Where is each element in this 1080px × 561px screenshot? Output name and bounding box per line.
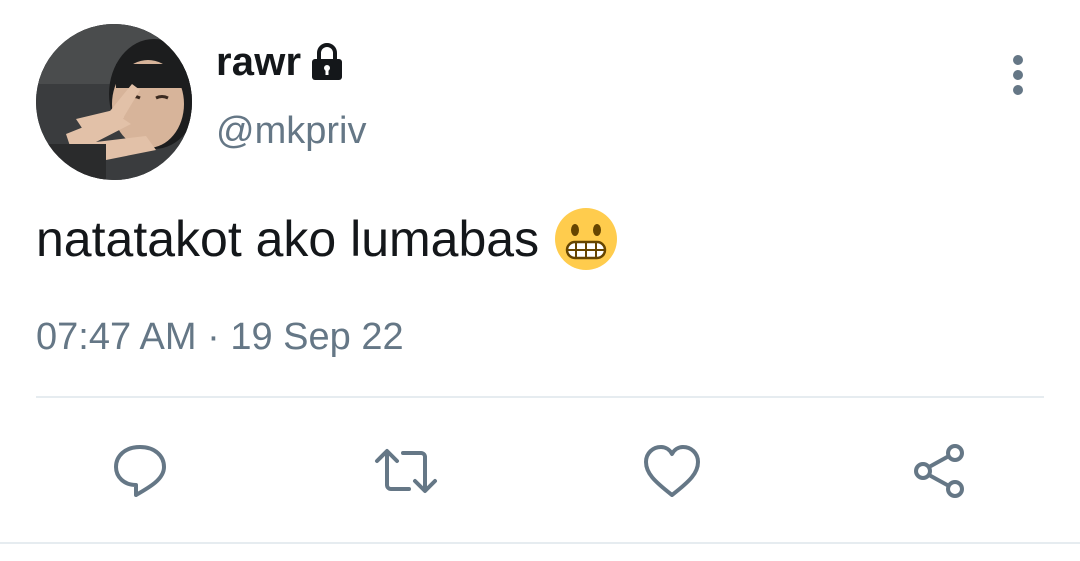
tweet-text: natatakot ako lumabas	[36, 206, 619, 272]
share-button[interactable]	[904, 436, 974, 506]
heart-icon	[644, 445, 700, 497]
author-row: rawr	[216, 38, 345, 86]
retweet-icon	[375, 449, 437, 493]
more-vertical-icon[interactable]	[998, 50, 1038, 100]
avatar[interactable]	[36, 24, 192, 180]
display-name[interactable]: rawr	[216, 40, 301, 85]
user-handle[interactable]: @mkpriv	[216, 110, 366, 153]
avatar-photo	[36, 24, 192, 180]
share-icon	[914, 444, 964, 498]
lock-icon	[309, 42, 345, 82]
tweet-card: rawr @mkpriv natatakot ako lumabas 07:47…	[0, 0, 1080, 561]
reply-icon	[114, 445, 166, 497]
reply-button[interactable]	[105, 436, 175, 506]
grimacing-face-emoji	[553, 206, 619, 272]
like-button[interactable]	[637, 436, 707, 506]
tweet-timestamp: 07:47 AM · 19 Sep 22	[36, 316, 404, 358]
retweet-button[interactable]	[371, 436, 441, 506]
bottom-divider	[0, 542, 1080, 544]
tweet-text-content: natatakot ako lumabas	[36, 211, 540, 267]
divider	[36, 396, 1044, 398]
